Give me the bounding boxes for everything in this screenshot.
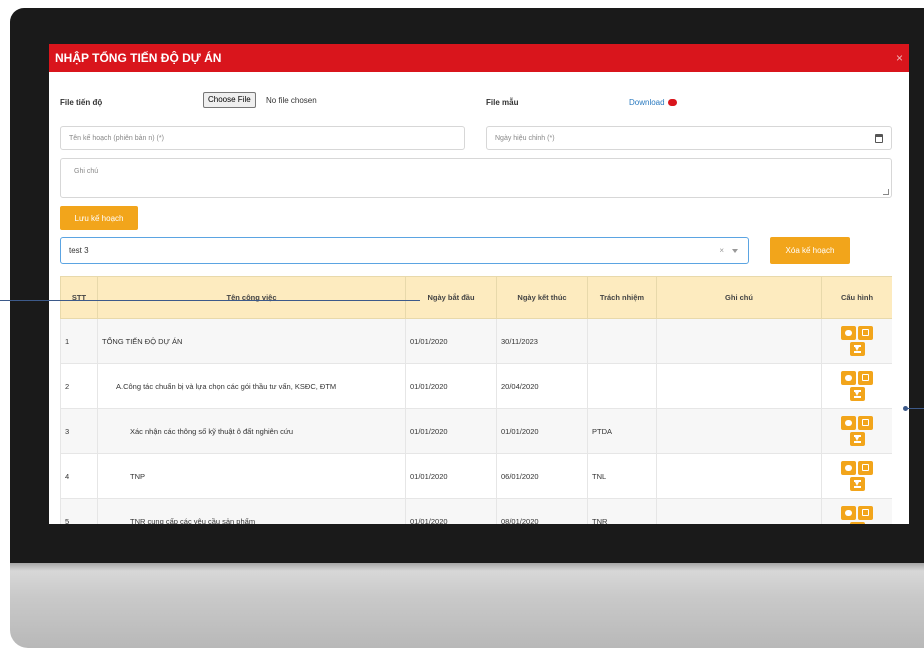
- col-header-end: Ngày kết thúc: [496, 276, 588, 319]
- cell-start: 01/01/2020: [405, 318, 497, 364]
- download-link[interactable]: Download: [629, 98, 677, 107]
- table-row: 2 A.Công tác chuẩn bị và lựa chọn các gó…: [60, 363, 892, 409]
- cell-end: 30/11/2023: [496, 318, 588, 364]
- chin-shadow: [10, 563, 924, 571]
- hourglass-icon[interactable]: [849, 477, 865, 491]
- cell-note: [656, 408, 822, 454]
- screen: NHẬP TỔNG TIẾN ĐỘ DỰ ÁN × File tiến độ C…: [49, 44, 909, 524]
- plan-name-placeholder: Tên kế hoạch (phiên bản n) (*): [69, 134, 164, 142]
- cell-config: [821, 408, 892, 454]
- cell-task: TNP: [97, 453, 406, 499]
- edit-icon[interactable]: [858, 416, 873, 430]
- modal-header: NHẬP TỔNG TIẾN ĐỘ DỰ ÁN ×: [49, 44, 909, 72]
- cell-stt: 5: [60, 498, 98, 524]
- cell-task: A.Công tác chuẩn bị và lựa chọn các gói …: [97, 363, 406, 409]
- col-header-note: Ghi chú: [656, 276, 822, 319]
- plan-name-input[interactable]: Tên kế hoạch (phiên bản n) (*): [60, 126, 465, 150]
- save-plan-button[interactable]: Lưu kế hoạch: [60, 206, 138, 230]
- callout-dot: [903, 406, 908, 411]
- no-file-text: No file chosen: [266, 96, 317, 105]
- note-textarea[interactable]: Ghi chú: [60, 158, 892, 198]
- col-header-owner: Trách nhiệm: [587, 276, 657, 319]
- cell-task: TNR cung cấp các yêu cầu sản phẩm: [97, 498, 406, 524]
- cell-end: 06/01/2020: [496, 453, 588, 499]
- cell-config: [821, 498, 892, 524]
- cell-start: 01/01/2020: [405, 408, 497, 454]
- table-row: 1 TỔNG TIẾN ĐỘ DỰ ÁN 01/01/2020 30/11/20…: [60, 318, 892, 364]
- cell-note: [656, 498, 822, 524]
- plan-select[interactable]: test 3 ×: [60, 237, 749, 264]
- delete-plan-button[interactable]: Xóa kế hoạch: [770, 237, 850, 264]
- cell-owner: PTDA: [587, 408, 657, 454]
- stage: NHẬP TỔNG TIẾN ĐỘ DỰ ÁN × File tiến độ C…: [0, 0, 924, 648]
- date-input[interactable]: Ngày hiệu chỉnh (*): [486, 126, 892, 150]
- table-row: 3 Xác nhận các thông số kỹ thuật ô đất n…: [60, 408, 892, 454]
- cell-end: 20/04/2020: [496, 363, 588, 409]
- comment-icon[interactable]: [841, 506, 856, 520]
- cell-note: [656, 363, 822, 409]
- cell-task: TỔNG TIẾN ĐỘ DỰ ÁN: [97, 318, 406, 364]
- cell-config: [821, 363, 892, 409]
- cloud-download-icon: [667, 99, 677, 107]
- cell-end: 01/01/2020: [496, 408, 588, 454]
- cell-start: 01/01/2020: [405, 363, 497, 409]
- table-row: 5 TNR cung cấp các yêu cầu sản phẩm 01/0…: [60, 498, 892, 524]
- edit-icon[interactable]: [858, 371, 873, 385]
- choose-file-button[interactable]: Choose File: [203, 92, 256, 108]
- date-placeholder: Ngày hiệu chỉnh (*): [495, 134, 555, 142]
- chevron-down-icon[interactable]: [732, 249, 738, 253]
- cell-stt: 2: [60, 363, 98, 409]
- cell-config: [821, 318, 892, 364]
- cell-stt: 4: [60, 453, 98, 499]
- hourglass-icon[interactable]: [849, 387, 865, 401]
- cell-owner: [587, 363, 657, 409]
- note-placeholder: Ghi chú: [74, 168, 99, 175]
- plan-select-value: test 3: [69, 246, 89, 255]
- cell-owner: TNR: [587, 498, 657, 524]
- hourglass-icon[interactable]: [849, 522, 865, 524]
- cell-note: [656, 318, 822, 364]
- hourglass-icon[interactable]: [849, 432, 865, 446]
- table-row: 4 TNP 01/01/2020 06/01/2020 TNL: [60, 453, 892, 499]
- edit-icon[interactable]: [858, 461, 873, 475]
- sample-file-label: File mẫu: [486, 98, 519, 107]
- col-header-stt: STT: [60, 276, 98, 319]
- edit-icon[interactable]: [858, 326, 873, 340]
- comment-icon[interactable]: [841, 326, 856, 340]
- edit-icon[interactable]: [858, 506, 873, 520]
- calendar-icon[interactable]: [875, 134, 883, 143]
- comment-icon[interactable]: [841, 371, 856, 385]
- cell-config: [821, 453, 892, 499]
- col-header-start: Ngày bắt đầu: [405, 276, 497, 319]
- comment-icon[interactable]: [841, 416, 856, 430]
- download-label: Download: [629, 98, 665, 107]
- cell-task: Xác nhận các thông số kỹ thuật ô đất ngh…: [97, 408, 406, 454]
- cell-owner: TNL: [587, 453, 657, 499]
- cell-start: 01/01/2020: [405, 453, 497, 499]
- schedule-table: STT Tên công việc Ngày bắt đầu Ngày kết …: [60, 276, 892, 524]
- hourglass-icon[interactable]: [849, 342, 865, 356]
- monitor-chin: [10, 563, 924, 648]
- comment-icon[interactable]: [841, 461, 856, 475]
- resize-handle-icon[interactable]: [883, 189, 889, 195]
- close-icon[interactable]: ×: [896, 51, 903, 65]
- cell-start: 01/01/2020: [405, 498, 497, 524]
- col-header-task: Tên công việc: [97, 276, 406, 319]
- file-label: File tiến độ: [60, 98, 103, 107]
- callout-line-left: [0, 300, 420, 301]
- col-header-config: Cấu hình: [821, 276, 892, 319]
- modal-title: NHẬP TỔNG TIẾN ĐỘ DỰ ÁN: [55, 51, 222, 65]
- cell-stt: 1: [60, 318, 98, 364]
- cell-owner: [587, 318, 657, 364]
- cell-stt: 3: [60, 408, 98, 454]
- cell-note: [656, 453, 822, 499]
- cell-end: 08/01/2020: [496, 498, 588, 524]
- clear-icon[interactable]: ×: [719, 246, 724, 255]
- table-header-row: STT Tên công việc Ngày bắt đầu Ngày kết …: [60, 276, 892, 319]
